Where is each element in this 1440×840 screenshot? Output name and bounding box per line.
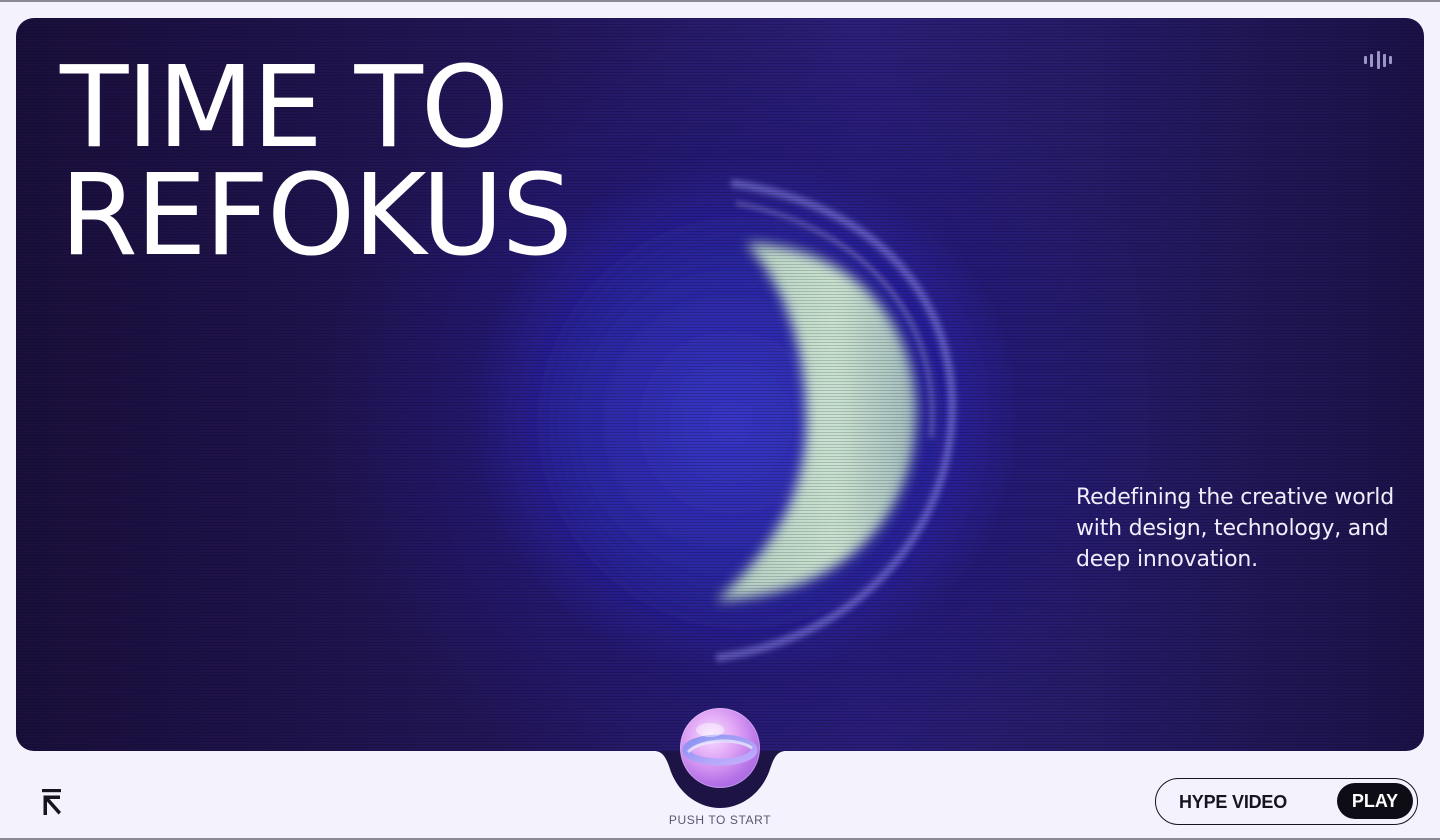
sound-wave-icon[interactable] [1364, 51, 1392, 69]
hype-video-control: HYPE VIDEO PLAY [1155, 778, 1418, 825]
play-button[interactable]: PLAY [1337, 783, 1413, 819]
hero-section: TIME TO REFOKUS Redefining the creative … [16, 18, 1424, 751]
push-to-start-label: PUSH TO START [668, 813, 772, 827]
push-to-start-button[interactable] [680, 708, 760, 788]
refokus-logo-icon[interactable] [40, 788, 64, 816]
hype-video-label: HYPE VIDEO [1179, 792, 1288, 812]
glass-orb-icon [682, 723, 758, 766]
hero-title-line-2: REFOKUS [60, 151, 573, 281]
hero-title: TIME TO REFOKUS [60, 43, 573, 281]
hero-tagline: Redefining the creative world with desig… [1076, 485, 1394, 572]
hero-title-line-1: TIME TO [60, 43, 509, 173]
